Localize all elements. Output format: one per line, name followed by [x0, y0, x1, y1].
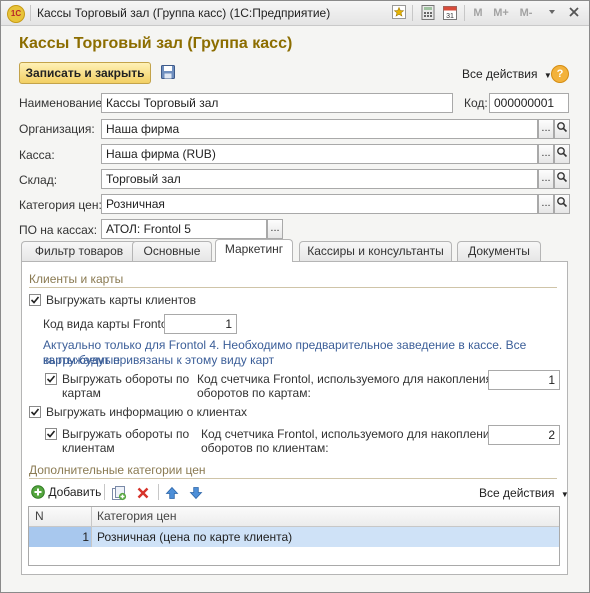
- chevron-down-icon: ▼: [560, 490, 569, 499]
- group-divider: [29, 478, 557, 479]
- price-category-field[interactable]: Розничная: [101, 194, 538, 214]
- calculator-icon[interactable]: [421, 5, 435, 21]
- turnover-cards-label-line2: картам: [62, 386, 101, 400]
- copy-row-icon[interactable]: [111, 485, 127, 504]
- calendar-icon[interactable]: 31: [443, 5, 457, 21]
- add-button[interactable]: Добавить: [31, 485, 101, 502]
- price-category-open-search-icon[interactable]: [554, 194, 570, 214]
- card-type-code-label: Код вида карты Frontol:: [43, 317, 174, 331]
- column-separator: [91, 507, 92, 547]
- cash-register-select-button[interactable]: ...: [538, 144, 554, 164]
- svg-text:31: 31: [446, 13, 454, 20]
- cash-register-field[interactable]: Наша фирма (RUB): [101, 144, 538, 164]
- save-disk-icon[interactable]: [161, 65, 175, 79]
- tab-main[interactable]: Основные: [132, 241, 212, 261]
- add-plus-icon: [31, 485, 45, 502]
- warehouse-select-button[interactable]: ...: [538, 169, 554, 189]
- title-separator: [464, 5, 465, 21]
- favorite-star-icon[interactable]: [392, 5, 406, 21]
- turnover-clients-label-line2: клиентам: [62, 441, 115, 455]
- window: 1С Кассы Торговый зал (Группа касс) (1С:…: [0, 0, 590, 593]
- close-icon[interactable]: [567, 5, 581, 21]
- code-label: Код:: [464, 96, 488, 110]
- card-type-code-field[interactable]: 1: [164, 314, 237, 334]
- menu-dropdown-icon[interactable]: [546, 5, 558, 21]
- name-label: Наименование:: [19, 96, 106, 110]
- turnover-cards-checkbox[interactable]: [45, 373, 57, 385]
- price-category-select-button[interactable]: ...: [538, 194, 554, 214]
- add-label: Добавить: [48, 485, 102, 499]
- title-bar: 1С Кассы Торговый зал (Группа касс) (1С:…: [1, 1, 589, 26]
- organization-label: Организация:: [19, 122, 95, 136]
- warehouse-label: Склад:: [19, 173, 58, 187]
- tab-documents[interactable]: Документы: [457, 241, 541, 261]
- pos-software-field[interactable]: АТОЛ: Frontol 5: [101, 219, 267, 239]
- column-header-n[interactable]: N: [35, 509, 44, 523]
- memory-button[interactable]: M: [472, 5, 484, 21]
- app-logo-icon[interactable]: 1С: [7, 5, 25, 23]
- name-field[interactable]: Кассы Торговый зал: [101, 93, 453, 113]
- upload-clients-checkbox[interactable]: [29, 406, 41, 418]
- warehouse-field[interactable]: Торговый зал: [101, 169, 538, 189]
- table-cell-n: 1: [82, 530, 89, 544]
- table-header: N Категория цен: [29, 507, 559, 527]
- window-title: Кассы Торговый зал (Группа касс) (1С:Пре…: [37, 6, 331, 20]
- memory-minus-button[interactable]: M-: [517, 5, 535, 21]
- cash-register-label: Касса:: [19, 148, 55, 162]
- warehouse-open-search-icon[interactable]: [554, 169, 570, 189]
- counter-cards-field[interactable]: 1: [488, 370, 560, 390]
- price-categories-table[interactable]: N Категория цен 1 Розничная (цена по кар…: [28, 506, 560, 566]
- counter-clients-label-line2: оборотов по клиентам:: [201, 441, 329, 455]
- title-separator: [30, 5, 31, 21]
- frontol-note-line2: карты будут привязаны к этому виду карт: [43, 353, 275, 367]
- column-header-price-category[interactable]: Категория цен: [97, 509, 176, 523]
- tab-marketing[interactable]: Маркетинг: [215, 239, 293, 262]
- counter-cards-label-line1: Код счетчика Frontol, используемого для …: [197, 372, 493, 386]
- counter-clients-label-line1: Код счетчика Frontol, используемого для …: [201, 427, 497, 441]
- group-divider: [29, 287, 557, 288]
- toolbar-separator: [158, 484, 159, 500]
- clients-cards-group-title: Клиенты и карты: [29, 272, 124, 286]
- price-category-label: Категория цен:: [19, 198, 102, 212]
- all-actions-label: Все действия: [462, 67, 538, 81]
- organization-select-button[interactable]: ...: [538, 119, 554, 139]
- upload-clients-label: Выгружать информацию о клиентах: [46, 405, 248, 419]
- upload-cards-label: Выгружать карты клиентов: [46, 293, 197, 307]
- tab-product-filter[interactable]: Фильтр товаров: [21, 241, 137, 261]
- help-icon[interactable]: ?: [551, 65, 569, 83]
- tab-cashiers-consultants[interactable]: Кассиры и консультанты: [299, 241, 452, 261]
- code-field[interactable]: 000000001: [489, 93, 569, 113]
- memory-plus-button[interactable]: M+: [491, 5, 511, 21]
- table-all-actions-menu[interactable]: Все действия ▼: [479, 486, 569, 500]
- upload-cards-checkbox[interactable]: [29, 294, 41, 306]
- pos-software-label: ПО на кассах:: [19, 223, 98, 237]
- turnover-clients-label-line1: Выгружать обороты по: [62, 427, 190, 441]
- cash-register-open-search-icon[interactable]: [554, 144, 570, 164]
- title-separator: [412, 5, 413, 21]
- organization-field[interactable]: Наша фирма: [101, 119, 538, 139]
- save-and-close-button[interactable]: Записать и закрыть: [19, 62, 151, 84]
- all-actions-menu[interactable]: Все действия ▼: [462, 67, 552, 81]
- toolbar-separator: [104, 484, 105, 500]
- table-all-actions-label: Все действия: [479, 486, 555, 500]
- move-up-icon[interactable]: [165, 486, 179, 503]
- counter-cards-label-line2: оборотов по картам:: [197, 386, 311, 400]
- turnover-cards-label-line1: Выгружать обороты по: [62, 372, 190, 386]
- form-title: Кассы Торговый зал (Группа касс): [19, 35, 293, 52]
- delete-icon[interactable]: [136, 486, 150, 503]
- table-row[interactable]: 1 Розничная (цена по карте клиента): [29, 527, 559, 547]
- counter-clients-field[interactable]: 2: [488, 425, 560, 445]
- extra-price-categories-group-title: Дополнительные категории цен: [29, 463, 206, 477]
- turnover-clients-checkbox[interactable]: [45, 428, 57, 440]
- move-down-icon[interactable]: [189, 486, 203, 503]
- table-cell-price-category: Розничная (цена по карте клиента): [97, 530, 293, 544]
- organization-open-search-icon[interactable]: [554, 119, 570, 139]
- pos-software-select-button[interactable]: ...: [267, 219, 283, 239]
